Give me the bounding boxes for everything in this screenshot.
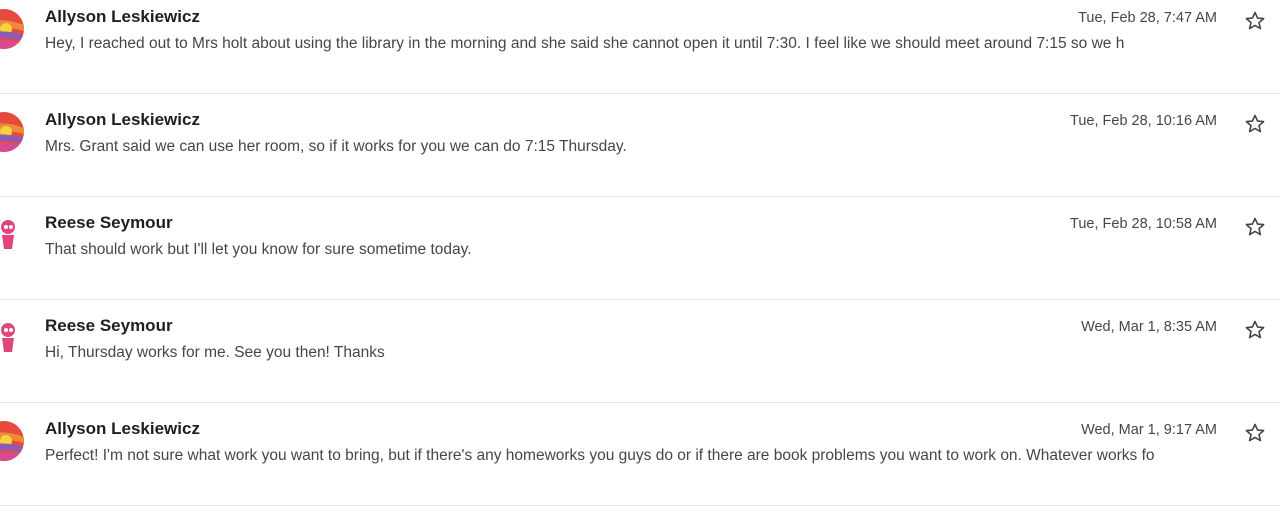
- star-icon[interactable]: [1243, 9, 1267, 33]
- message-row[interactable]: Allyson Leskiewicz Mrs. Grant said we ca…: [0, 94, 1280, 197]
- star-icon[interactable]: [1243, 318, 1267, 342]
- message-thread: Allyson Leskiewicz Hey, I reached out to…: [0, 0, 1280, 516]
- star-icon[interactable]: [1243, 215, 1267, 239]
- message-snippet: That should work but I'll let you know f…: [45, 241, 472, 258]
- sender-name: Allyson Leskiewicz: [45, 7, 200, 26]
- sender-avatar-sunset[interactable]: [0, 421, 24, 461]
- star-icon[interactable]: [1243, 421, 1267, 445]
- message-date: Wed, Mar 1, 9:17 AM: [1081, 422, 1217, 438]
- message-row[interactable]: Reese Seymour That should work but I'll …: [0, 197, 1280, 300]
- message-snippet: Hey, I reached out to Mrs holt about usi…: [45, 35, 1125, 52]
- message-snippet: Perfect! I'm not sure what work you want…: [45, 447, 1155, 464]
- message-snippet: Mrs. Grant said we can use her room, so …: [45, 138, 627, 155]
- message-date: Wed, Mar 1, 8:35 AM: [1081, 319, 1217, 335]
- message-row[interactable]: Allyson Leskiewicz Hey, I reached out to…: [0, 0, 1280, 94]
- message-row[interactable]: Reese Seymour Hi, Thursday works for me.…: [0, 300, 1280, 403]
- sender-avatar-cartoon[interactable]: [0, 318, 24, 358]
- sender-name: Allyson Leskiewicz: [45, 110, 200, 129]
- message-row[interactable]: Allyson Leskiewicz Perfect! I'm not sure…: [0, 403, 1280, 506]
- sender-avatar-sunset[interactable]: [0, 112, 24, 152]
- message-date: Tue, Feb 28, 10:58 AM: [1070, 216, 1217, 232]
- star-icon[interactable]: [1243, 112, 1267, 136]
- message-date: Tue, Feb 28, 7:47 AM: [1078, 10, 1217, 26]
- message-snippet: Hi, Thursday works for me. See you then!…: [45, 344, 385, 361]
- sender-name: Allyson Leskiewicz: [45, 419, 200, 438]
- sender-avatar-cartoon[interactable]: [0, 215, 24, 255]
- message-date: Tue, Feb 28, 10:16 AM: [1070, 113, 1217, 129]
- sender-name: Reese Seymour: [45, 213, 173, 232]
- sender-name: Reese Seymour: [45, 316, 173, 335]
- sender-avatar-sunset[interactable]: [0, 9, 24, 49]
